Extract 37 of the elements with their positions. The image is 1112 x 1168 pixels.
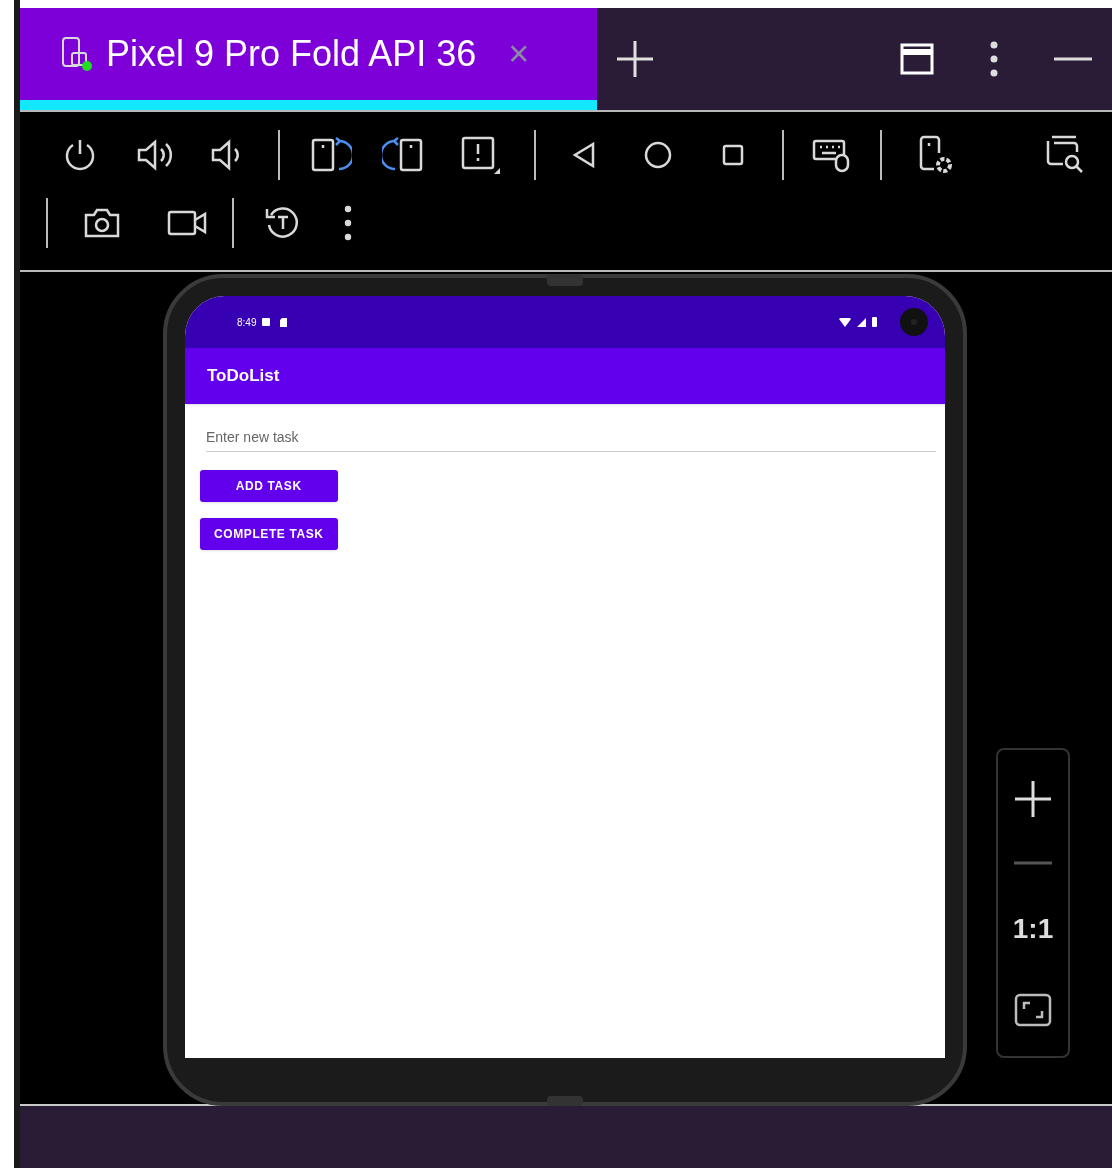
keyboard-mouse-icon[interactable] <box>812 137 852 173</box>
device-settings-icon[interactable] <box>918 135 954 175</box>
volume-down-icon[interactable] <box>210 139 242 171</box>
wifi-icon <box>839 317 851 327</box>
complete-task-button[interactable]: COMPLETE TASK <box>200 518 338 550</box>
camera-cutout <box>899 307 929 337</box>
minimize-icon[interactable] <box>1054 57 1092 61</box>
app-title: ToDoList <box>207 365 280 388</box>
fit-screen-icon[interactable] <box>1014 992 1052 1027</box>
zoom-in-icon[interactable] <box>1014 779 1052 818</box>
overview-icon[interactable] <box>722 144 744 166</box>
home-icon[interactable] <box>644 141 672 169</box>
power-icon[interactable] <box>63 138 97 172</box>
add-icon[interactable] <box>615 39 655 79</box>
window-icon[interactable] <box>900 43 934 75</box>
camera-icon[interactable] <box>82 207 122 239</box>
fold-icon[interactable] <box>460 134 502 176</box>
status-time: 8:49 <box>237 315 257 330</box>
rotate-left-icon[interactable] <box>310 136 352 174</box>
add-task-button[interactable]: ADD TASK <box>200 470 338 502</box>
more-icon[interactable] <box>344 205 352 241</box>
task-input-field[interactable]: Enter new task <box>206 424 936 452</box>
volume-up-icon[interactable] <box>136 139 174 171</box>
reset-icon[interactable] <box>264 205 300 241</box>
zoom-out-icon[interactable] <box>1014 860 1052 865</box>
device-tab[interactable]: Pixel 9 Pro Fold API 36 × <box>20 8 597 110</box>
rotate-right-icon[interactable] <box>382 136 424 174</box>
battery-icon <box>872 317 877 327</box>
notification-icon <box>262 318 271 326</box>
back-icon[interactable] <box>572 142 596 168</box>
signal-icon <box>857 317 866 327</box>
actual-size-button[interactable]: 1:1 <box>1012 907 1054 950</box>
sd-card-icon <box>280 317 288 327</box>
more-icon[interactable] <box>990 41 998 77</box>
device-icon <box>60 36 94 72</box>
video-camera-icon[interactable] <box>166 208 208 238</box>
tab-title: Pixel 9 Pro Fold API 36 <box>106 32 477 76</box>
